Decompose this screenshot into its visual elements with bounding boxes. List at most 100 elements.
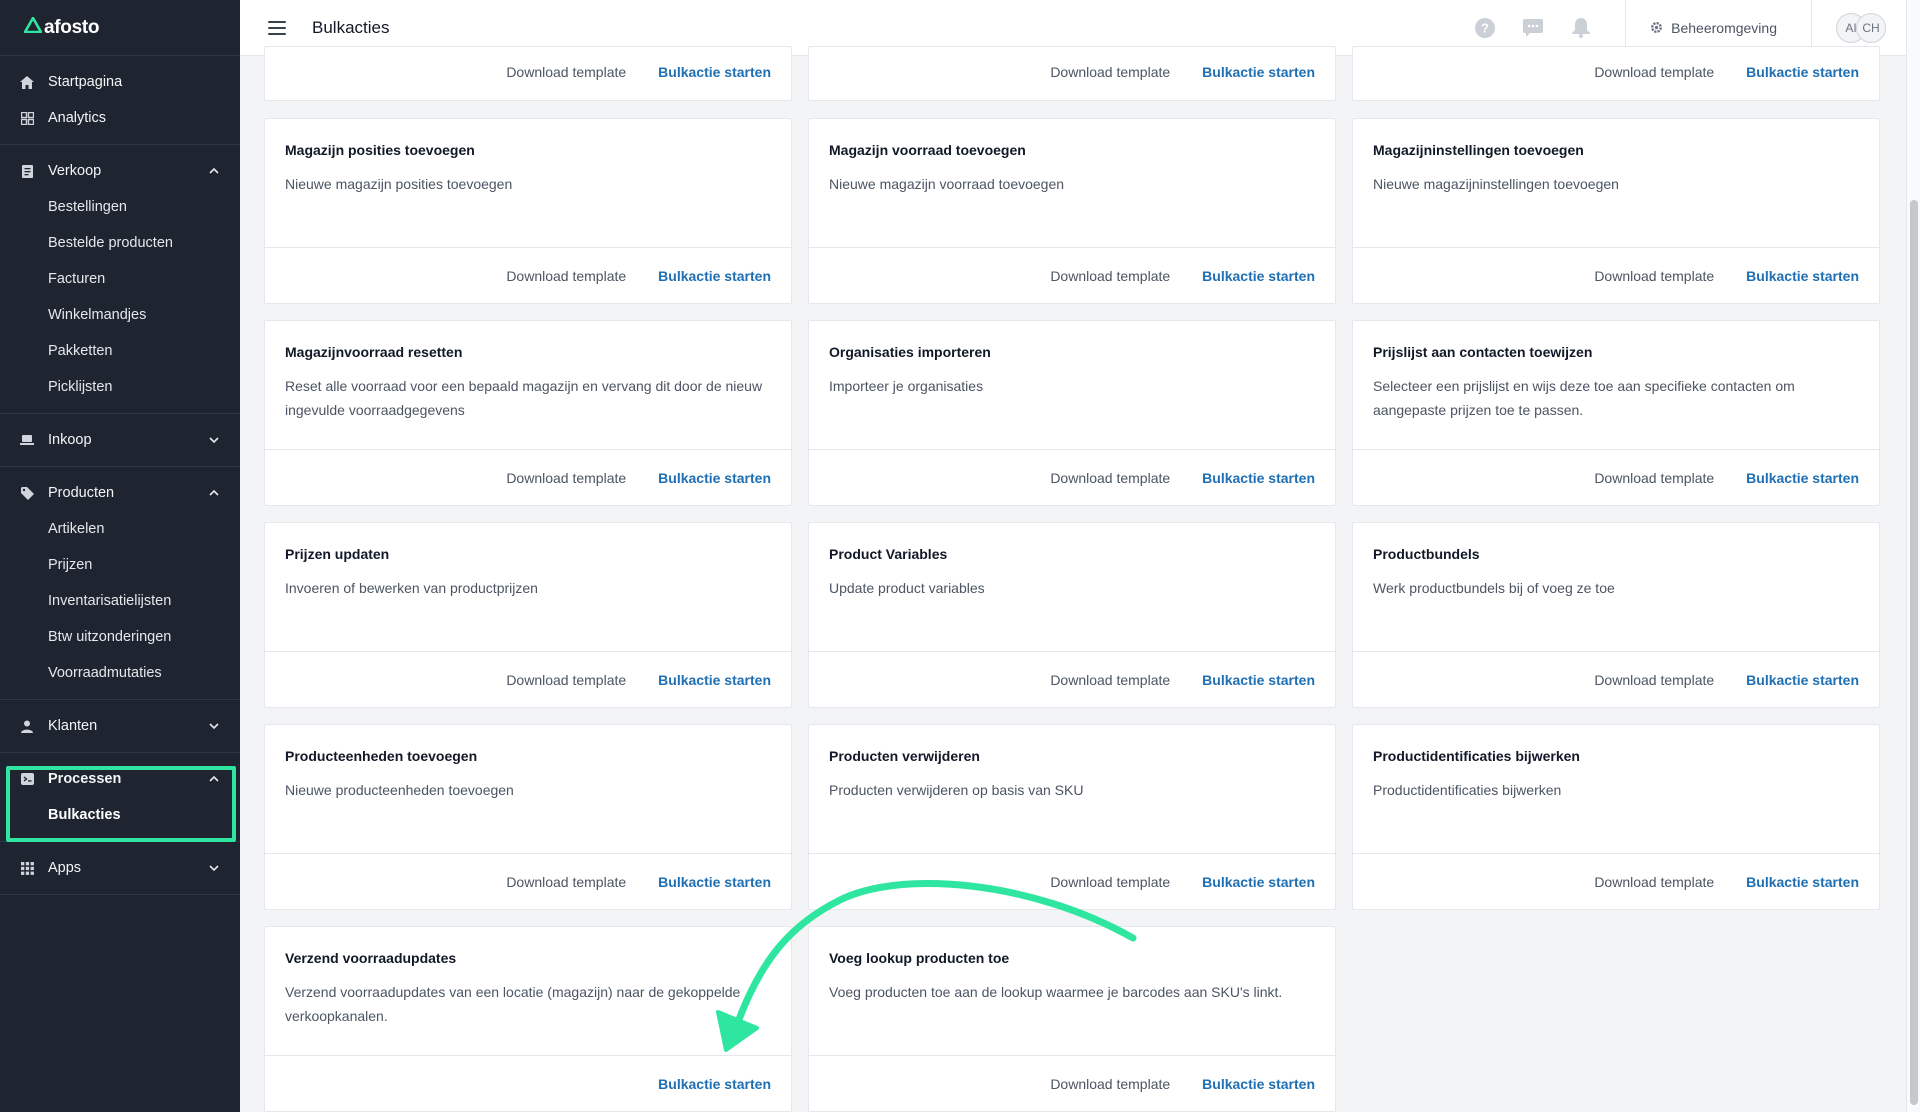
card-footer: Download template Bulkactie starten: [809, 247, 1335, 303]
card-title: Magazijn posities toevoegen: [285, 142, 475, 158]
download-template-button[interactable]: Download template: [1050, 672, 1170, 688]
sidebar-item-klanten[interactable]: Klanten: [0, 708, 240, 744]
download-template-button[interactable]: Download template: [506, 874, 626, 890]
download-template-button[interactable]: Download template: [1050, 268, 1170, 284]
start-bulk-action-button[interactable]: Bulkactie starten: [1202, 672, 1315, 688]
sidebar-item-analytics[interactable]: Analytics: [0, 100, 240, 136]
bulk-action-card: Download template Bulkactie starten: [1352, 46, 1880, 101]
avatar[interactable]: CH: [1856, 12, 1886, 43]
download-template-button[interactable]: Download template: [1050, 470, 1170, 486]
card-description: Update product variables: [829, 580, 985, 596]
start-bulk-action-button[interactable]: Bulkactie starten: [1202, 1076, 1315, 1092]
card-footer: Download template Bulkactie starten: [1353, 853, 1879, 909]
sidebar-subitem-voorraadmutaties[interactable]: Voorraadmutaties: [0, 655, 240, 691]
sidebar-subitem-inventarisatielijsten[interactable]: Inventarisatielijsten: [0, 583, 240, 619]
card-footer: Download template Bulkactie starten: [809, 853, 1335, 909]
card-footer: Download template Bulkactie starten: [265, 449, 791, 505]
start-bulk-action-button[interactable]: Bulkactie starten: [1746, 874, 1859, 890]
card-description: Nieuwe magazijninstellingen toevoegen: [1373, 176, 1619, 192]
avatar-group[interactable]: AI CH: [1812, 12, 1906, 43]
receipt-icon: [20, 164, 34, 178]
sidebar-item-label: Verkoop: [48, 163, 102, 179]
start-bulk-action-button[interactable]: Bulkactie starten: [658, 1076, 771, 1092]
card-description: Productidentificaties bijwerken: [1373, 782, 1562, 798]
card-footer: Download template Bulkactie starten: [1353, 247, 1879, 303]
sidebar-item-label: Inkoop: [48, 432, 92, 448]
download-template-button[interactable]: Download template: [1594, 874, 1714, 890]
start-bulk-action-button[interactable]: Bulkactie starten: [1746, 672, 1859, 688]
start-bulk-action-button[interactable]: Bulkactie starten: [1746, 268, 1859, 284]
sidebar: afosto Startpagina Analytics Verkoop Bes…: [0, 0, 240, 1112]
start-bulk-action-button[interactable]: Bulkactie starten: [1202, 64, 1315, 80]
card-footer: Download template Bulkactie starten: [809, 1055, 1335, 1111]
sidebar-item-label: Producten: [48, 485, 115, 501]
card-description: Voeg producten toe aan de lookup waarmee…: [829, 984, 1283, 1000]
card-footer: Download template Bulkactie starten: [1353, 651, 1879, 707]
sidebar-item-startpagina[interactable]: Startpagina: [0, 64, 240, 100]
grid-icon: [20, 861, 34, 875]
bulk-action-card: Magazijninstellingen toevoegen Nieuwe mag…: [1352, 118, 1880, 304]
sidebar-item-processen[interactable]: Processen: [0, 761, 240, 797]
sidebar-item-label: Startpagina: [48, 74, 123, 90]
card-footer: Download template Bulkactie starten: [265, 247, 791, 303]
start-bulk-action-button[interactable]: Bulkactie starten: [658, 64, 771, 80]
card-title: Magazijninstellingen toevoegen: [1373, 142, 1584, 158]
sidebar-subitem-picklijsten[interactable]: Picklijsten: [0, 369, 240, 405]
sidebar-item-label: Processen: [48, 771, 122, 787]
start-bulk-action-button[interactable]: Bulkactie starten: [658, 672, 771, 688]
start-bulk-action-button[interactable]: Bulkactie starten: [658, 268, 771, 284]
bulk-action-card: Verzend voorraadupdates Verzend voorraadu…: [264, 926, 792, 1112]
sidebar-item-producten[interactable]: Producten: [0, 475, 240, 511]
sidebar-subitem-btw-uitzonderingen[interactable]: Btw uitzonderingen: [0, 619, 240, 655]
logo[interactable]: afosto: [0, 0, 240, 56]
menu-icon[interactable]: [268, 20, 286, 35]
download-template-button[interactable]: Download template: [506, 672, 626, 688]
card-footer: Download template Bulkactie starten: [265, 44, 791, 100]
download-template-button[interactable]: Download template: [506, 64, 626, 80]
logo-text: afosto: [44, 16, 100, 38]
sidebar-item-inkoop[interactable]: Inkoop: [0, 422, 240, 458]
start-bulk-action-button[interactable]: Bulkactie starten: [1746, 470, 1859, 486]
sidebar-subitem-bestellingen[interactable]: Bestellingen: [0, 189, 240, 225]
scrollbar[interactable]: [1906, 0, 1920, 1112]
start-bulk-action-button[interactable]: Bulkactie starten: [1202, 268, 1315, 284]
start-bulk-action-button[interactable]: Bulkactie starten: [658, 874, 771, 890]
start-bulk-action-button[interactable]: Bulkactie starten: [1746, 64, 1859, 80]
download-template-button[interactable]: Download template: [1050, 1076, 1170, 1092]
sidebar-subitem-bulkacties[interactable]: Bulkacties: [0, 797, 240, 833]
download-template-button[interactable]: Download template: [506, 470, 626, 486]
chevron-up-icon: [209, 167, 219, 174]
start-bulk-action-button[interactable]: Bulkactie starten: [658, 470, 771, 486]
card-title: Verzend voorraadupdates: [285, 950, 457, 966]
card-description: Selecteer een prijslijst en wijs deze to…: [1373, 378, 1795, 418]
bulk-action-card: Prijslijst aan contacten toewijzen Select…: [1352, 320, 1880, 506]
start-bulk-action-button[interactable]: Bulkactie starten: [1202, 470, 1315, 486]
card-description: Reset alle voorraad voor een bepaald mag…: [285, 378, 763, 418]
card-title: Productidentificaties bijwerken: [1373, 748, 1580, 764]
nav-section-inkoop: Inkoop: [0, 414, 240, 467]
bulk-action-card: Organisaties importeren Importeer je orga…: [808, 320, 1336, 506]
download-template-button[interactable]: Download template: [506, 268, 626, 284]
sidebar-subitem-winkelmandjes[interactable]: Winkelmandjes: [0, 297, 240, 333]
sidebar-item-verkoop[interactable]: Verkoop: [0, 153, 240, 189]
sidebar-subitem-pakketten[interactable]: Pakketten: [0, 333, 240, 369]
scrollbar-thumb[interactable]: [1910, 200, 1918, 1105]
download-template-button[interactable]: Download template: [1594, 470, 1714, 486]
bulk-action-card: Prijzen updaten Invoeren of bewerken van …: [264, 522, 792, 708]
sidebar-subitem-artikelen[interactable]: Artikelen: [0, 511, 240, 547]
download-template-button[interactable]: Download template: [1594, 672, 1714, 688]
sidebar-item-apps[interactable]: Apps: [0, 850, 240, 886]
sidebar-subitem-prijzen[interactable]: Prijzen: [0, 547, 240, 583]
card-footer: Download template Bulkactie starten: [1353, 44, 1879, 100]
start-bulk-action-button[interactable]: Bulkactie starten: [1202, 874, 1315, 890]
download-template-button[interactable]: Download template: [1050, 64, 1170, 80]
card-description: Producten verwijderen op basis van SKU: [829, 782, 1084, 798]
sidebar-item-label: Apps: [48, 860, 82, 876]
sidebar-subitem-bestelde-producten[interactable]: Bestelde producten: [0, 225, 240, 261]
download-template-button[interactable]: Download template: [1050, 874, 1170, 890]
download-template-button[interactable]: Download template: [1594, 268, 1714, 284]
bulk-action-card: Magazijnvoorraad resetten Reset alle voor…: [264, 320, 792, 506]
card-description: Verzend voorraadupdates van een locatie …: [285, 984, 741, 1024]
sidebar-subitem-facturen[interactable]: Facturen: [0, 261, 240, 297]
download-template-button[interactable]: Download template: [1594, 64, 1714, 80]
